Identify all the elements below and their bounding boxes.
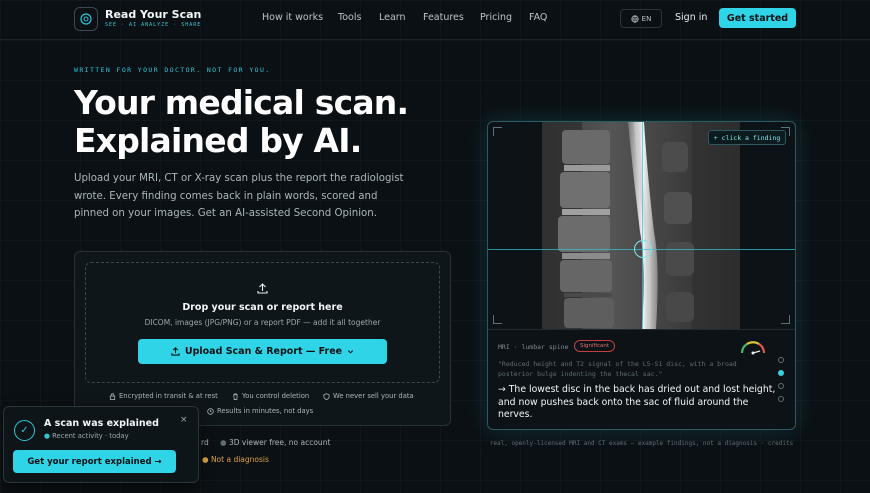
brand-name[interactable]: Read Your Scan — [105, 8, 201, 21]
dropzone-title: Drop your scan or report here — [182, 302, 343, 313]
brand-tagline: SEE · AI ANALYZE · SHARE — [105, 22, 202, 28]
mri-scan-image[interactable] — [542, 122, 740, 329]
finding-dot-active[interactable] — [778, 370, 784, 376]
frame-corner — [493, 127, 502, 136]
radiology-quote: "Reduced height and T2 signal of the L5-… — [498, 360, 737, 378]
nav-link-tools[interactable]: Tools — [338, 12, 361, 23]
hero-title-line2: Explained by AI. — [74, 121, 362, 160]
plain-explanation: → The lowest disc in the back has dried … — [498, 384, 776, 420]
severity-badge: Significant — [574, 340, 616, 352]
hero-eyebrow: WRITTEN FOR YOUR DOCTOR. NOT FOR YOU. — [74, 66, 271, 74]
hero-title-line1: Your medical scan. — [74, 83, 409, 122]
gauge-icon — [740, 341, 766, 355]
below-warning-label: Not a diagnosis — [210, 455, 269, 464]
clock-icon — [207, 407, 214, 415]
nav-link-learn[interactable]: Learn — [379, 12, 406, 23]
logo-scan-icon[interactable] — [74, 7, 98, 31]
upload-scan-button-label: Upload Scan & Report — Free — [184, 346, 343, 357]
trust-label: Encrypted in transit & at rest — [119, 392, 218, 400]
click-finding-hint: + click a finding — [708, 130, 786, 145]
toast-cta-button[interactable]: Get your report explained → — [13, 450, 176, 473]
trust-fast-results: Results in minutes, not days — [207, 407, 313, 415]
nav-link-faq[interactable]: FAQ — [529, 12, 547, 23]
language-selector[interactable]: EN — [620, 9, 662, 28]
top-nav: Read Your Scan SEE · AI ANALYZE · SHARE … — [0, 0, 870, 40]
finding-dot[interactable] — [778, 357, 784, 363]
chevron-down-icon — [348, 350, 354, 354]
panel-divider — [488, 329, 795, 330]
finding-dot[interactable] — [778, 396, 784, 402]
viewer-caption: real, openly-licensed MRI and CT exams —… — [489, 440, 794, 447]
hero-title: Your medical scan. Explained by AI. — [74, 84, 494, 160]
lock-icon — [109, 392, 116, 400]
below-item-viewer: ● 3D viewer free, no account — [220, 438, 331, 447]
finding-modality: MRI · lumbar spine — [498, 343, 569, 351]
nav-link-how-it-works[interactable]: How it works — [262, 12, 323, 23]
toast-subtitle-label: Recent activity · today — [52, 432, 129, 440]
below-item-1: rd — [201, 438, 209, 447]
trust-deletion: You control deletion — [232, 392, 309, 400]
nav-link-pricing[interactable]: Pricing — [480, 12, 512, 23]
toast-title: A scan was explained — [44, 418, 159, 429]
check-icon: ✓ — [14, 420, 35, 441]
finding-target-marker[interactable] — [634, 240, 652, 258]
get-started-button[interactable]: Get started — [719, 8, 796, 28]
frame-corner — [781, 315, 790, 324]
trash-icon — [233, 392, 238, 400]
hero-lead: Upload your MRI, CT or X-ray scan plus t… — [74, 173, 404, 219]
upload-scan-button[interactable]: Upload Scan & Report — Free — [138, 339, 387, 364]
below-viewer-label: 3D viewer free, no account — [228, 438, 331, 447]
toast-subtitle: ● Recent activity · today — [44, 432, 129, 440]
upload-icon — [257, 283, 268, 294]
finding-dot[interactable] — [778, 383, 784, 389]
trust-label: Results in minutes, not days — [217, 407, 314, 415]
trust-never-sell: We never sell your data — [323, 392, 414, 400]
shield-icon — [323, 392, 330, 400]
language-label: EN — [641, 14, 652, 23]
trust-label: We never sell your data — [333, 392, 414, 400]
frame-corner — [493, 315, 502, 324]
trust-label: You control deletion — [242, 392, 310, 400]
dropzone-subtitle: DICOM, images (JPG/PNG) or a report PDF … — [144, 318, 381, 327]
signin-link[interactable]: Sign in — [675, 12, 707, 23]
below-warning: ● Not a diagnosis — [202, 455, 269, 464]
crosshair-vertical — [642, 122, 643, 329]
globe-icon — [631, 14, 639, 23]
upload-icon — [171, 347, 180, 356]
trust-encrypted: Encrypted in transit & at rest — [109, 392, 218, 400]
close-icon[interactable]: × — [180, 415, 188, 425]
nav-link-features[interactable]: Features — [423, 12, 464, 23]
